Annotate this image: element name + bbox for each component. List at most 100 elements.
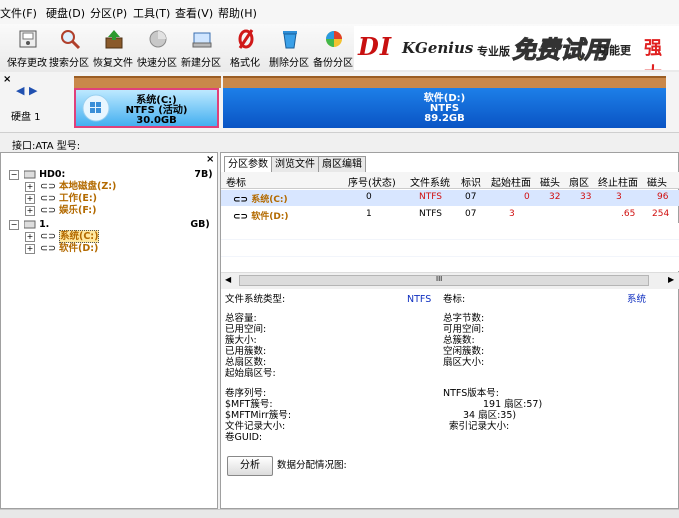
format-label: 格式化: [230, 58, 260, 69]
tab-sector-edit[interactable]: 扇区编辑: [318, 156, 366, 172]
expand-icon[interactable]: +: [25, 205, 35, 216]
tree-node-fun-f[interactable]: + ⊂⊃ 娱乐(F:): [25, 205, 96, 217]
used-clusters-label: 已用簇数:: [225, 346, 267, 357]
row-sector: 33: [580, 192, 592, 202]
search-partition-button[interactable]: 搜索分区: [48, 26, 90, 69]
partition-detail-panel: 分区参数 浏览文件 扇区编辑 卷标 序号(状态) 文件系统 标识 起始柱面 磁头…: [220, 152, 679, 509]
disk-info-line: 接口:ATA 型号:: [0, 133, 679, 152]
format-button[interactable]: 格式化: [224, 26, 266, 69]
col-index[interactable]: 序号(状态): [348, 174, 396, 189]
menu-disk[interactable]: 硬盘(D): [46, 5, 85, 21]
banner-function: 功能更: [598, 44, 631, 57]
row-id: 07: [465, 192, 477, 202]
menu-tools[interactable]: 工具(T): [133, 5, 170, 21]
menu-help[interactable]: 帮助(H): [218, 5, 257, 21]
analyze-button[interactable]: 分析: [227, 456, 273, 476]
row-end-head: 254: [652, 209, 670, 219]
row-label: ⊂⊃ 系统(C:): [233, 195, 288, 205]
expand-icon[interactable]: +: [25, 193, 35, 204]
total-sectors-label: 总扇区数:: [225, 357, 267, 368]
tree-node-local-z[interactable]: + ⊂⊃ 本地磁盘(Z:): [25, 181, 116, 193]
tree-local-label: 本地磁盘(Z:): [58, 181, 117, 192]
col-fs[interactable]: 文件系统: [410, 174, 450, 189]
partition-c-block[interactable]: 系统(C:) NTFS (活动) 30.0GB: [74, 88, 219, 128]
distribution-label: 数据分配情况图:: [277, 460, 347, 471]
tab-partition-params[interactable]: 分区参数: [224, 156, 272, 172]
tree-work-label: 工作(E:): [58, 193, 97, 204]
table-empty-rows: [221, 223, 679, 271]
expand-icon[interactable]: +: [25, 231, 35, 242]
save-button[interactable]: 保存更改: [6, 26, 48, 69]
col-id[interactable]: 标识: [461, 174, 481, 189]
row-index: 0: [366, 192, 372, 202]
new-partition-button[interactable]: 新建分区: [180, 26, 222, 69]
nav-right-icon[interactable]: ▶: [29, 84, 37, 97]
backup-icon: [326, 31, 342, 47]
banner-logo: DI: [358, 32, 393, 61]
collapse-icon[interactable]: −: [9, 169, 19, 180]
partition-icon: ⊂⊃: [40, 193, 56, 204]
horizontal-scrollbar[interactable]: ◀ III ▶: [221, 272, 679, 289]
disk-map: × ◀ ▶ 硬盘 1 系统(C:) NTFS (活动) 30.0GB 软件(D:…: [0, 72, 679, 133]
row-end-head: 96: [657, 192, 669, 202]
collapse-icon[interactable]: −: [9, 219, 19, 230]
delete-partition-button[interactable]: 删除分区: [268, 26, 310, 69]
banner-edition: 专业版: [477, 45, 510, 58]
col-end-cyl[interactable]: 终止柱面: [598, 174, 638, 189]
menu-view[interactable]: 查看(V): [175, 5, 213, 21]
partition-d-block[interactable]: 软件(D:) NTFS 89.2GB: [223, 88, 666, 128]
product-banner: DI KGenius 专业版 免费试用 功能更 强大: [354, 26, 679, 70]
fs-type-value: NTFS: [407, 294, 432, 305]
scroll-right-icon[interactable]: ▶: [668, 275, 674, 284]
tree-hd0-label: HD0:: [39, 169, 66, 180]
free-clusters-label: 空闲簇数:: [443, 346, 485, 357]
table-row[interactable]: ⊂⊃ 软件(D:) 1 NTFS 07 3 .65 254: [221, 207, 679, 223]
disk-tree-panel: × − HD0: 7B) + ⊂⊃ 本地磁盘(Z:) + ⊂⊃ 工作(E:) +…: [0, 152, 218, 509]
scrollbar-thumb[interactable]: III: [239, 275, 649, 286]
col-start-cyl[interactable]: 起始柱面: [491, 174, 531, 189]
banner-free-trial: 免费试用: [512, 36, 609, 65]
col-end-head[interactable]: 磁头: [647, 174, 667, 189]
tree-close-icon[interactable]: ×: [206, 154, 214, 165]
capacity-label: 总容量:: [225, 313, 257, 324]
col-label[interactable]: 卷标: [226, 174, 246, 189]
save-icon: [19, 30, 37, 48]
tree-node-sys-c[interactable]: + ⊂⊃ 系统(C:): [25, 230, 100, 243]
backup-label: 备份分区: [313, 58, 353, 69]
hard-disk-icon: [23, 170, 36, 179]
col-head[interactable]: 磁头: [540, 174, 560, 189]
mft-cluster-label: $MFT簇号:: [225, 399, 273, 410]
tree-hd1-size: GB): [190, 219, 210, 230]
backup-partition-button[interactable]: 备份分区: [312, 26, 354, 69]
file-record-size-label: 文件记录大小:: [225, 421, 286, 432]
col-sector[interactable]: 扇区: [569, 174, 589, 189]
expand-icon[interactable]: +: [25, 243, 35, 254]
volume-guid-label: 卷GUID:: [225, 432, 263, 443]
quick-partition-button[interactable]: 快速分区: [136, 26, 178, 69]
tree-node-work-e[interactable]: + ⊂⊃ 工作(E:): [25, 193, 97, 205]
table-row[interactable]: ⊂⊃ 系统(C:) 0 NTFS 07 0 32 33 3 96: [221, 190, 679, 206]
scroll-left-icon[interactable]: ◀: [225, 275, 231, 284]
ntfs-version-label: NTFS版本号:: [443, 388, 499, 399]
tree-node-hd0[interactable]: − HD0: 7B): [9, 169, 213, 181]
row-fs: NTFS: [419, 209, 442, 219]
menu-partition[interactable]: 分区(P): [90, 5, 127, 21]
close-icon[interactable]: ×: [3, 74, 11, 85]
delete-label: 删除分区: [269, 58, 309, 69]
recover-box-icon: [105, 30, 123, 49]
search-label: 搜索分区: [49, 58, 89, 69]
expand-icon[interactable]: +: [25, 181, 35, 192]
recover-files-button[interactable]: 恢复文件: [92, 26, 134, 69]
tree-node-hd1[interactable]: − 1. GB): [9, 219, 210, 231]
tree-node-soft-d[interactable]: + ⊂⊃ 软件(D:): [25, 243, 98, 255]
row-index: 1: [366, 209, 372, 219]
trash-icon: [283, 31, 297, 49]
nav-left-icon[interactable]: ◀: [16, 84, 24, 97]
tree-hd1-label: 1.: [39, 219, 50, 230]
start-sector-label: 起始扇区号:: [225, 368, 276, 379]
tab-browse-files[interactable]: 浏览文件: [271, 156, 319, 172]
quick-label: 快速分区: [137, 58, 177, 69]
quick-partition-icon: [149, 30, 167, 48]
tree-sys-label: 系统(C:): [58, 230, 100, 243]
menu-file[interactable]: 文件(F): [0, 5, 37, 21]
